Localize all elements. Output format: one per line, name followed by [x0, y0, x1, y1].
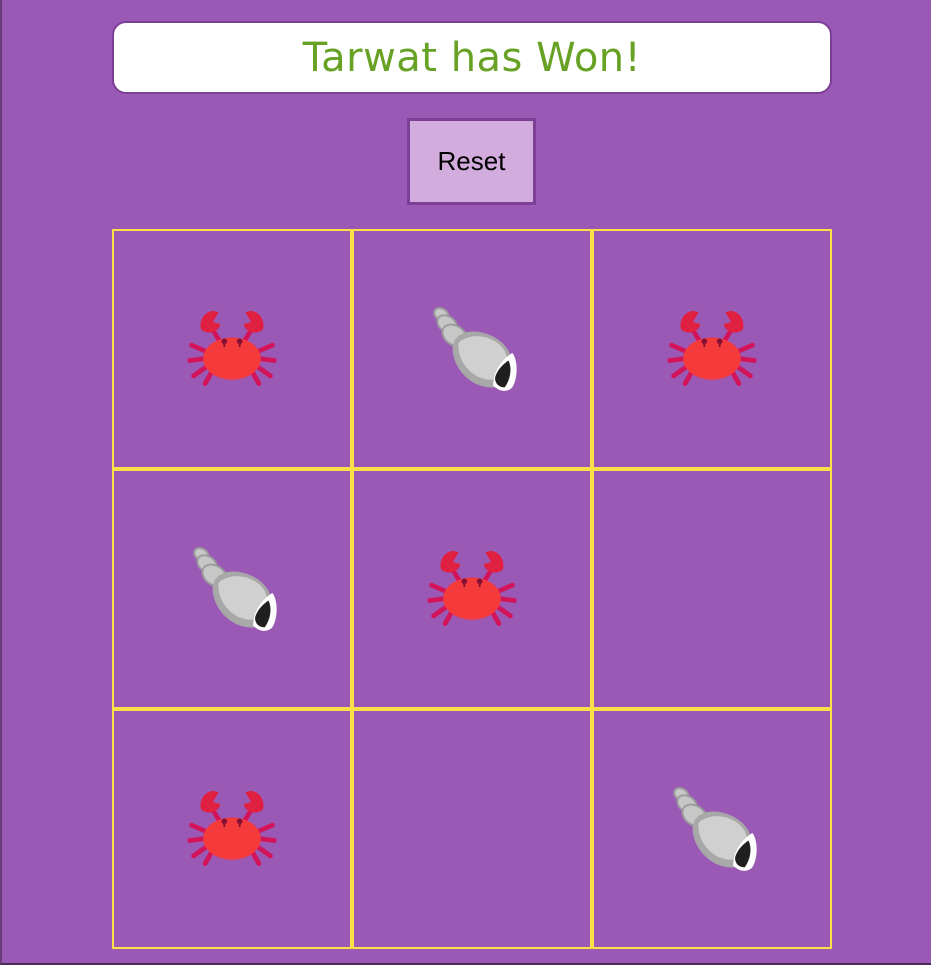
board-cell-1[interactable]	[112, 229, 352, 469]
board-cell-7[interactable]	[112, 709, 352, 949]
crab-icon	[427, 550, 517, 626]
board-cell-6[interactable]	[592, 469, 832, 709]
board-cell-2[interactable]	[352, 229, 592, 469]
board-cell-8[interactable]	[352, 709, 592, 949]
shell-icon	[193, 547, 277, 631]
crab-icon	[667, 310, 757, 386]
crab-icon	[187, 790, 277, 866]
board-cell-3[interactable]	[592, 229, 832, 469]
game-status-banner: Tarwat has Won!	[112, 21, 832, 94]
shell-icon	[673, 787, 757, 871]
game-board	[112, 229, 832, 949]
reset-button-label: Reset	[437, 146, 506, 176]
board-cell-5[interactable]	[352, 469, 592, 709]
status-message: Tarwat has Won!	[302, 34, 642, 81]
crab-icon	[187, 310, 277, 386]
board-cell-9[interactable]	[592, 709, 832, 949]
board-cell-4[interactable]	[112, 469, 352, 709]
shell-icon	[433, 307, 517, 391]
reset-button[interactable]: Reset	[407, 118, 536, 205]
